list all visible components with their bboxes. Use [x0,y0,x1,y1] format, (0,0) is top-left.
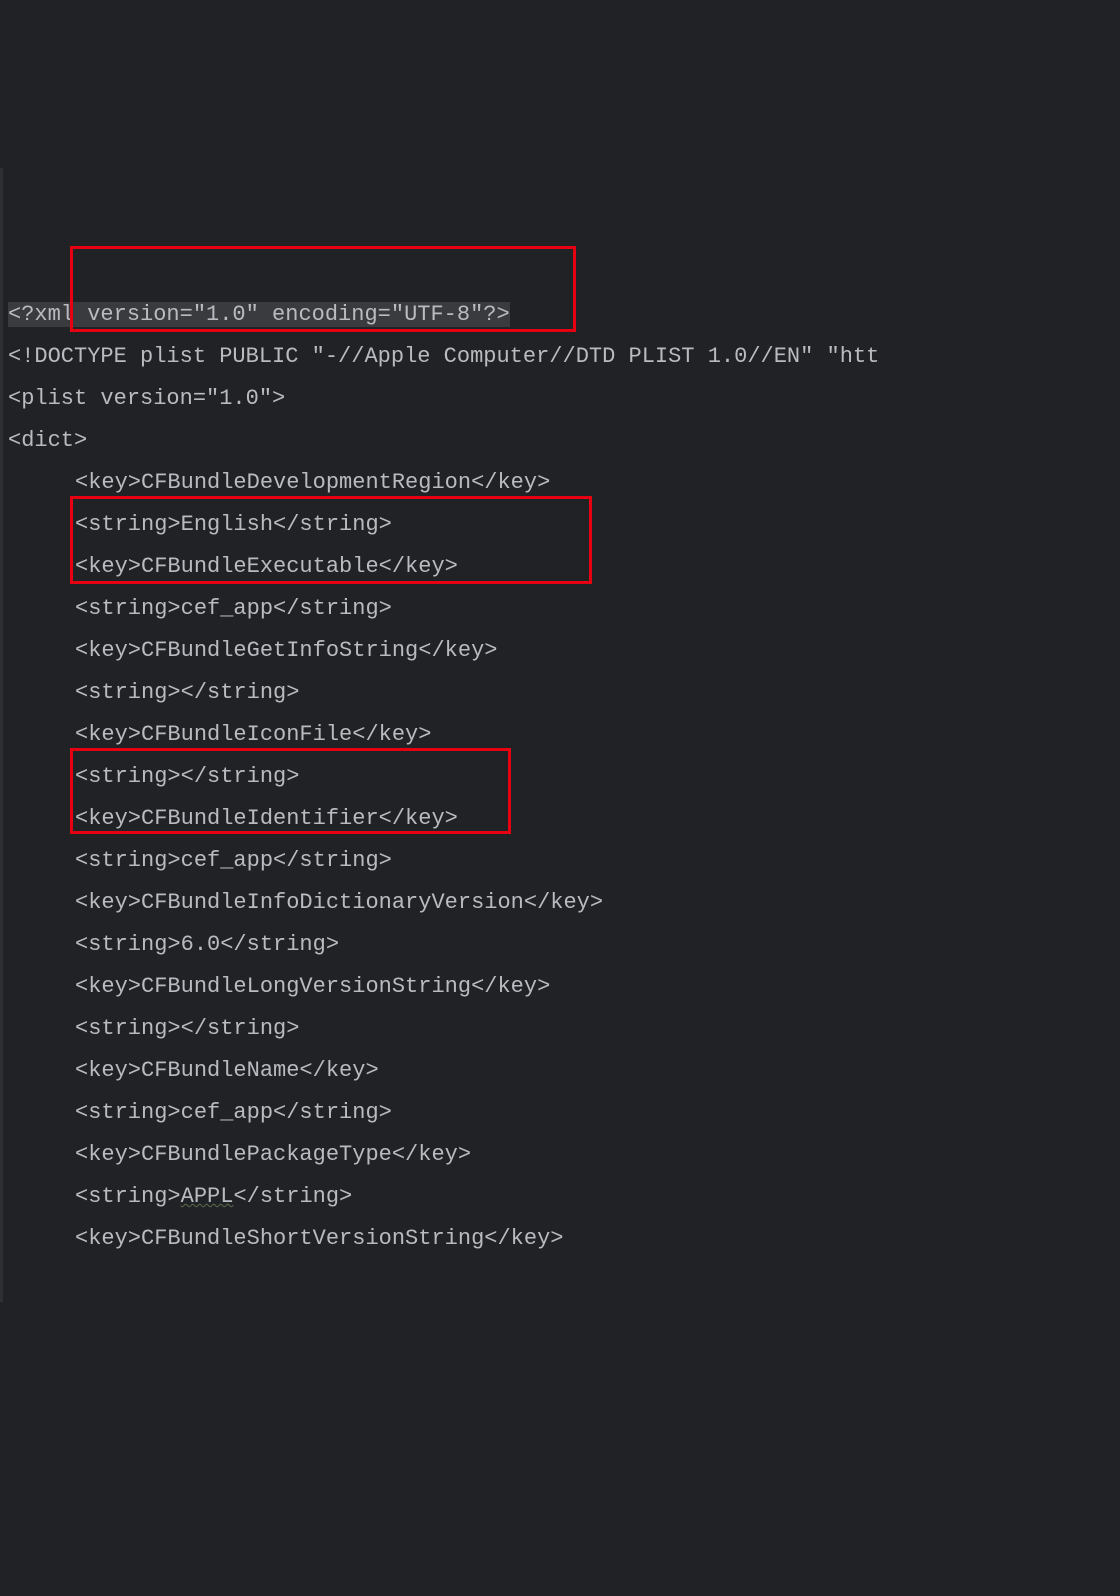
code-line[interactable]: <key>CFBundleShortVersionString</key> [8,1218,1120,1260]
code-line[interactable]: <string>APPL</string> [8,1176,1120,1218]
code-line[interactable]: <!DOCTYPE plist PUBLIC "-//Apple Compute… [8,336,1120,378]
code-line[interactable]: <key>CFBundleName</key> [8,1050,1120,1092]
code-line[interactable]: <key>CFBundleExecutable</key> [8,546,1120,588]
code-line[interactable]: <key>CFBundleLongVersionString</key> [8,966,1120,1008]
code-line[interactable]: <key>CFBundleInfoDictionaryVersion</key> [8,882,1120,924]
code-line[interactable]: <key>CFBundleDevelopmentRegion</key> [8,462,1120,504]
code-line[interactable]: <key>CFBundleIconFile</key> [8,714,1120,756]
code-line[interactable]: <dict> [8,420,1120,462]
code-editor[interactable]: <?xml version="1.0" encoding="UTF-8"?><!… [0,168,1120,1302]
code-line[interactable]: <key>CFBundlePackageType</key> [8,1134,1120,1176]
code-line[interactable]: <string></string> [8,672,1120,714]
code-line[interactable]: <key>CFBundleGetInfoString</key> [8,630,1120,672]
code-line[interactable]: <string>cef_app</string> [8,588,1120,630]
code-line[interactable]: <string>English</string> [8,504,1120,546]
code-line[interactable]: <string>cef_app</string> [8,1092,1120,1134]
code-line[interactable]: <key>CFBundleIdentifier</key> [8,798,1120,840]
code-line[interactable]: <?xml version="1.0" encoding="UTF-8"?> [8,294,1120,336]
code-line[interactable]: <string>cef_app</string> [8,840,1120,882]
code-line[interactable]: <string></string> [8,756,1120,798]
gutter [0,168,3,1302]
code-line[interactable]: <string>6.0</string> [8,924,1120,966]
code-line[interactable]: <plist version="1.0"> [8,378,1120,420]
code-line[interactable]: <string></string> [8,1008,1120,1050]
